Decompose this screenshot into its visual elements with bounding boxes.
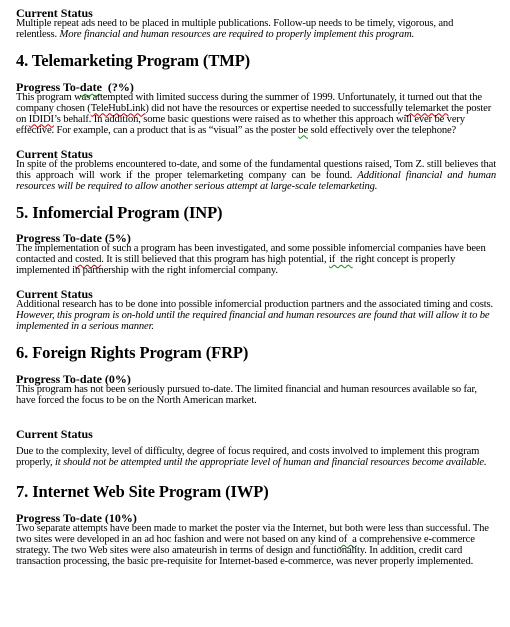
section-heading-frp: 6. Foreign Rights Program (FRP) (16, 342, 249, 362)
current-status-text-frp: Due to the complexity, level of difficul… (16, 446, 487, 469)
grammar-flag: be (298, 124, 308, 136)
spelling-flag: telemarket (405, 102, 449, 114)
current-status-heading-frp: Current Status (16, 427, 93, 442)
spelling-flag: costed (75, 254, 102, 266)
spelling-flag: TeleHubLink (90, 102, 146, 114)
current-status-text-tmp: In spite of the problems encountered to-… (16, 159, 496, 193)
progress-text-iwp: Two separate attempts have been made to … (16, 523, 489, 567)
progress-text-tmp: This program was attempted with limited … (16, 91, 492, 136)
progress-heading-frp: Progress To-date (0%) (16, 371, 131, 386)
spelling-flag: IDIDI (28, 113, 54, 125)
progress-text-frp: This program has not been seriously purs… (16, 383, 477, 406)
progress-text-inp: The implementation of such a program has… (16, 243, 486, 276)
current-status-text-inp: Additional research has to be done into … (16, 298, 493, 332)
current-status-text: Multiple repeat ads need to be placed in… (16, 18, 454, 40)
section-heading-inp: 5. Infomercial Program (INP) (16, 203, 223, 223)
grammar-flag: if the (328, 254, 353, 266)
section-heading-tmp: 4. Telemarketing Program (TMP) (16, 50, 251, 70)
document-page: Current Status Multiple repeat ads need … (0, 0, 510, 568)
grammar-flag: of a (338, 534, 357, 546)
section-heading-iwp: 7. Internet Web Site Program (IWP) (16, 482, 269, 502)
